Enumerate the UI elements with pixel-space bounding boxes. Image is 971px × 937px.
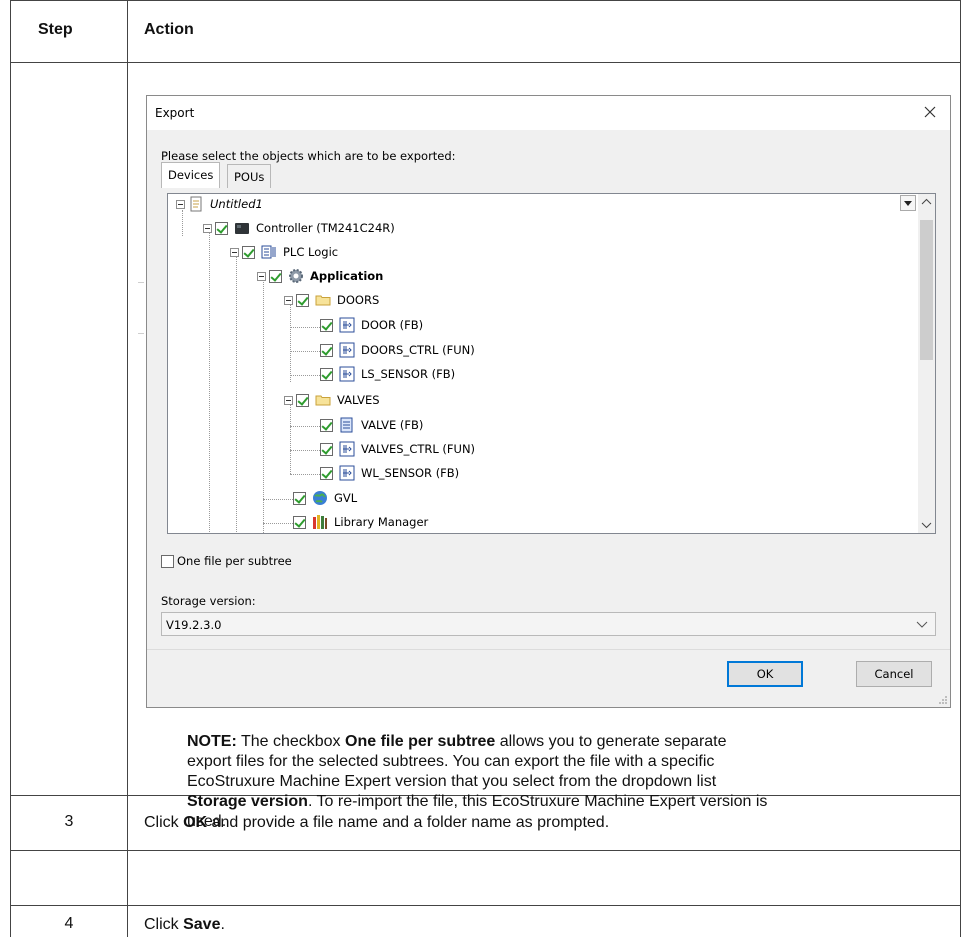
table-column-divider bbox=[127, 0, 128, 937]
function-block-icon bbox=[339, 366, 355, 382]
ok-button[interactable]: OK bbox=[727, 661, 803, 687]
storage-version-label: Storage version: bbox=[161, 594, 256, 608]
export-dialog: Export Please select the objects which a… bbox=[146, 95, 951, 708]
collapse-icon[interactable] bbox=[284, 395, 293, 405]
function-block-icon bbox=[339, 465, 355, 481]
function-block-icon bbox=[339, 441, 355, 457]
tree-connector bbox=[290, 327, 320, 328]
tree-item-wl-sensor[interactable]: WL_SENSOR (FB) bbox=[320, 462, 459, 484]
tree-connector bbox=[209, 232, 210, 532]
collapse-icon[interactable] bbox=[257, 271, 266, 281]
library-icon bbox=[313, 515, 327, 529]
header-step: Step bbox=[38, 21, 73, 38]
table-header-divider bbox=[11, 62, 960, 63]
collapse-icon[interactable] bbox=[284, 295, 293, 305]
close-icon[interactable] bbox=[920, 102, 940, 122]
checkbox-valve-fb[interactable] bbox=[320, 418, 333, 432]
table-row-divider bbox=[11, 850, 960, 851]
tree-connector bbox=[236, 256, 237, 533]
checkbox-controller[interactable] bbox=[215, 221, 228, 235]
step-number: 4 bbox=[64, 915, 74, 932]
checkbox-wl-sensor[interactable] bbox=[320, 466, 333, 480]
checkbox-valves-ctrl[interactable] bbox=[320, 442, 333, 456]
function-block-icon bbox=[339, 342, 355, 358]
collapse-icon[interactable] bbox=[176, 199, 185, 209]
note-label: NOTE: bbox=[187, 733, 237, 750]
checkbox-door-fb[interactable] bbox=[320, 318, 333, 332]
project-icon bbox=[190, 196, 202, 212]
checkbox-gvl[interactable] bbox=[293, 491, 306, 505]
tree-dropdown-button[interactable] bbox=[900, 195, 916, 211]
checkbox-valves[interactable] bbox=[296, 393, 309, 407]
step-number: 3 bbox=[64, 813, 74, 830]
background-frame-mark bbox=[138, 333, 144, 334]
globe-icon bbox=[313, 491, 327, 505]
tree-item-valves-ctrl[interactable]: VALVES_CTRL (FUN) bbox=[320, 438, 475, 460]
tree-connector bbox=[290, 402, 291, 474]
note-bold-one-file: One file per subtree bbox=[345, 733, 496, 750]
checkbox-doors-ctrl[interactable] bbox=[320, 343, 333, 357]
dialog-titlebar: Export bbox=[147, 96, 950, 130]
one-file-per-subtree-checkbox[interactable] bbox=[161, 554, 174, 568]
tree-item-ls-sensor[interactable]: LS_SENSOR (FB) bbox=[320, 363, 455, 385]
background-frame-mark bbox=[138, 282, 144, 283]
tree-connector bbox=[290, 450, 320, 451]
controller-icon bbox=[235, 223, 249, 234]
one-file-per-subtree-option[interactable]: One file per subtree bbox=[161, 554, 292, 568]
checkbox-doors[interactable] bbox=[296, 293, 309, 307]
cancel-button[interactable]: Cancel bbox=[856, 661, 932, 687]
folder-icon bbox=[315, 295, 331, 306]
folder-icon bbox=[315, 395, 331, 406]
tree-item-library-manager[interactable]: Library Manager bbox=[293, 511, 428, 533]
tree-item-doors[interactable]: DOORS bbox=[284, 289, 379, 311]
tree-item-valve-fb[interactable]: VALVE (FB) bbox=[320, 414, 423, 436]
tree-item-plc-logic[interactable]: PLC Logic bbox=[230, 241, 338, 263]
table-border-top bbox=[11, 0, 960, 1]
tree-connector bbox=[290, 351, 320, 352]
dialog-footer-divider bbox=[147, 649, 950, 650]
checkbox-plc-logic[interactable] bbox=[242, 245, 255, 259]
tree-item-valves[interactable]: VALVES bbox=[284, 389, 380, 411]
caret-down-icon bbox=[904, 201, 912, 206]
tab-devices[interactable]: Devices bbox=[161, 162, 221, 188]
tree-connector bbox=[290, 302, 291, 382]
export-tree: Untitled1 Controller (TM241C24R) PLC Log… bbox=[167, 193, 936, 534]
scroll-up-icon[interactable] bbox=[918, 194, 935, 211]
tree-connector bbox=[290, 375, 320, 376]
header-action: Action bbox=[144, 21, 194, 38]
tree-connector bbox=[263, 499, 293, 500]
chevron-down-icon bbox=[916, 621, 928, 628]
checkbox-application[interactable] bbox=[269, 269, 282, 283]
table-row-divider bbox=[11, 905, 960, 906]
gear-icon bbox=[289, 269, 303, 283]
tree-item-gvl[interactable]: GVL bbox=[293, 487, 357, 509]
function-block-icon bbox=[339, 317, 355, 333]
step-action: Click Save. bbox=[144, 916, 225, 933]
checkbox-library-manager[interactable] bbox=[293, 515, 306, 529]
scrollbar-thumb[interactable] bbox=[920, 220, 933, 360]
checkbox-ls-sensor[interactable] bbox=[320, 367, 333, 381]
tree-item-door-fb[interactable]: DOOR (FB) bbox=[320, 314, 423, 336]
tree-connector bbox=[290, 474, 320, 475]
collapse-icon[interactable] bbox=[203, 223, 212, 233]
dialog-title: Export bbox=[155, 106, 195, 120]
plc-logic-icon bbox=[261, 245, 276, 259]
storage-version-select[interactable]: V19.2.3.0 bbox=[161, 612, 936, 636]
tree-connector bbox=[263, 523, 293, 524]
tree-item-doors-ctrl[interactable]: DOORS_CTRL (FUN) bbox=[320, 339, 475, 361]
collapse-icon[interactable] bbox=[230, 247, 239, 257]
resize-grip-icon[interactable] bbox=[938, 695, 948, 705]
note-bold-storage: Storage version bbox=[187, 793, 308, 810]
export-prompt: Please select the objects which are to b… bbox=[161, 149, 456, 163]
document-icon bbox=[340, 417, 353, 433]
tree-item-controller[interactable]: Controller (TM241C24R) bbox=[203, 217, 395, 239]
step-action: Click OK and provide a file name and a f… bbox=[144, 814, 610, 831]
tree-item-untitled1[interactable]: Untitled1 bbox=[176, 194, 263, 215]
tree-connector bbox=[290, 426, 320, 427]
tree-connector bbox=[263, 280, 264, 533]
tree-item-application[interactable]: Application bbox=[257, 265, 383, 287]
tree-scrollbar[interactable] bbox=[918, 194, 935, 533]
scroll-down-icon[interactable] bbox=[918, 516, 935, 533]
tab-pous[interactable]: POUs bbox=[227, 164, 272, 188]
